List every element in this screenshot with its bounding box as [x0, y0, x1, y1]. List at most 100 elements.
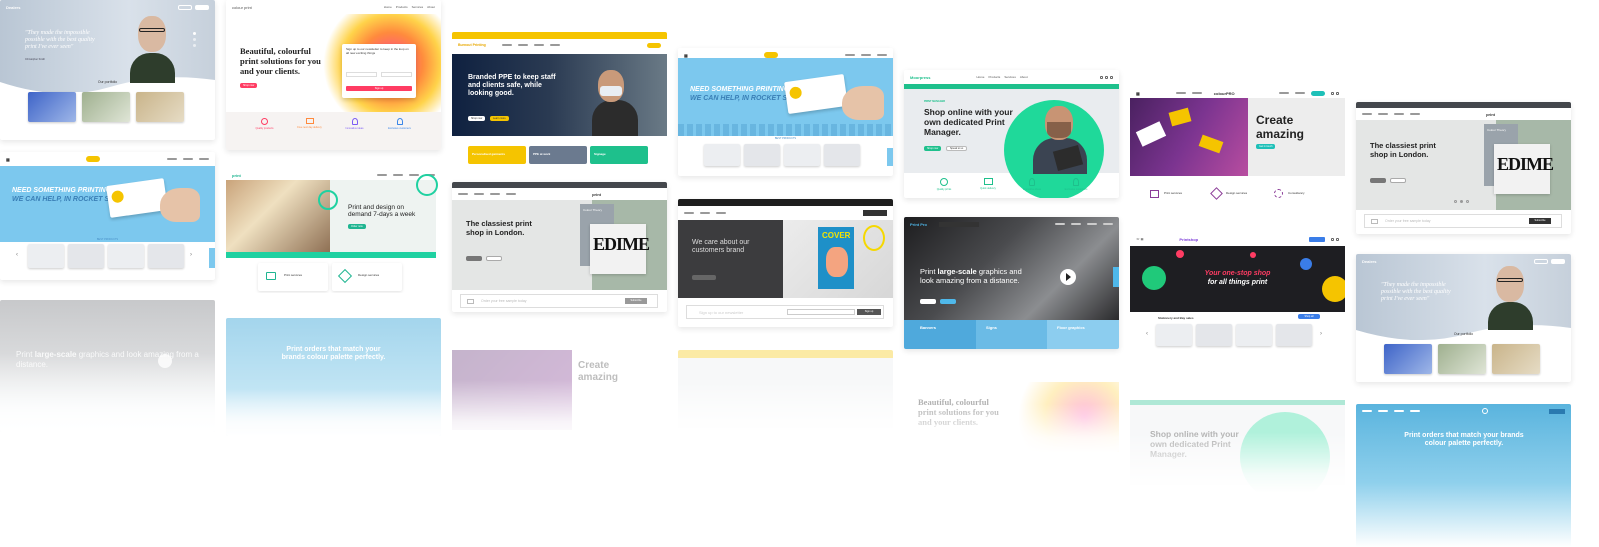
nav-home[interactable]: Home	[976, 75, 984, 79]
chevron-left-icon[interactable]: ‹	[1146, 331, 1148, 337]
product-item[interactable]	[744, 144, 780, 166]
template-card-large-scale-faded[interactable]: Print large-scale graphics and look amaz…	[0, 300, 215, 432]
portfolio-item[interactable]	[1384, 344, 1432, 374]
ls-side-tab[interactable]	[1113, 267, 1119, 287]
portfolio-item[interactable]	[136, 92, 184, 122]
nav-about[interactable]: About	[427, 5, 435, 9]
newsletter-input[interactable]: Sign up to our newsletter	[699, 310, 743, 315]
ca-button[interactable]: Get in touch	[1256, 144, 1276, 149]
brand-button[interactable]	[692, 275, 716, 280]
tile-personalised[interactable]: Personalised garments	[468, 146, 526, 164]
nav-products[interactable]: Products	[988, 75, 1000, 79]
subscribe-button[interactable]: Subscribe	[625, 298, 647, 304]
email-field[interactable]	[787, 309, 855, 315]
product-item[interactable]	[108, 244, 144, 268]
classiest-button-1[interactable]	[1370, 178, 1386, 183]
template-card-need-printing[interactable]: ▦ NEED SOMETHING PRINTING? WE CAN HELP, …	[0, 152, 215, 280]
chevron-right-icon[interactable]: ›	[190, 252, 192, 258]
product-item[interactable]	[148, 244, 184, 268]
nav-services[interactable]: Services	[1004, 75, 1016, 79]
pm-feature-quality: Quality prints	[922, 178, 966, 191]
portfolio-item[interactable]	[1438, 344, 1486, 374]
learn-more-button[interactable]: Learn more	[490, 116, 509, 121]
shop-now-button[interactable]: Shop now	[468, 116, 486, 121]
template-card-yellow-faded[interactable]	[678, 350, 893, 430]
play-icon[interactable]	[1060, 269, 1076, 285]
nav-products[interactable]: Products	[396, 5, 408, 9]
chevron-right-icon[interactable]: ›	[1320, 331, 1322, 337]
teal-gear-icon	[318, 190, 338, 210]
sample-input[interactable]: Order your free sample today	[481, 299, 527, 303]
order-now-button[interactable]: Order now	[348, 224, 366, 229]
signup-button[interactable]: Sign up	[346, 86, 412, 91]
template-card-print-manager[interactable]: Moorpress Home Products Services About P…	[904, 70, 1119, 198]
sample-input[interactable]: Order your free sample today	[1385, 219, 1431, 223]
template-card-quote-2[interactable]: Dealers "They made the impossible possib…	[1356, 254, 1571, 382]
search-field[interactable]	[938, 221, 979, 227]
product-item[interactable]	[1156, 324, 1192, 346]
service-design[interactable]: Design services	[332, 263, 402, 291]
chevron-left-icon[interactable]: ‹	[16, 252, 18, 258]
shop-now-button[interactable]: Shop now	[924, 146, 942, 151]
portfolio-item[interactable]	[1492, 344, 1540, 374]
side-tab[interactable]	[887, 148, 893, 166]
product-item[interactable]	[704, 144, 740, 166]
classiest-button-2[interactable]	[486, 256, 502, 261]
template-card-quote[interactable]: Dealers "They made the impossible possib…	[0, 0, 215, 140]
shop-button-small[interactable]	[647, 42, 661, 48]
classiest-button-1[interactable]	[466, 256, 482, 261]
classiest-button-2[interactable]	[1390, 178, 1406, 183]
template-card-classiest-mid[interactable]: print Colour Theory EDIME The classiest …	[452, 182, 667, 312]
play-icon[interactable]	[158, 354, 172, 368]
subscribe-button[interactable]: Subscribe	[1529, 218, 1551, 224]
ls-tile-signs[interactable]: Signs	[976, 320, 1047, 349]
last-name-field[interactable]	[381, 72, 412, 77]
product-item[interactable]	[1276, 324, 1312, 346]
tile-signage[interactable]: Signage	[590, 146, 648, 164]
template-card-create-amazing[interactable]: ▦ colourPRO Create amazing Get in touch …	[1130, 86, 1345, 214]
template-card-newsletter-faded[interactable]: Beautiful, colourful print solutions for…	[904, 372, 1119, 452]
template-card-colour-palette-faded[interactable]: Print orders that match your brands colo…	[226, 318, 441, 436]
portfolio-item[interactable]	[82, 92, 130, 122]
nav-about[interactable]: About	[1020, 75, 1028, 79]
template-card-customers-brand[interactable]: COVER We care about our customers brand …	[678, 199, 893, 327]
product-item[interactable]	[1236, 324, 1272, 346]
ls-button-2[interactable]	[940, 299, 956, 304]
nav-services[interactable]: Services	[412, 5, 424, 9]
template-card-ppe[interactable]: Burnout Printing Branded PPE to keep sta…	[452, 32, 667, 172]
product-item[interactable]	[1196, 324, 1232, 346]
first-name-field[interactable]	[346, 72, 377, 77]
portfolio-item[interactable]	[28, 92, 76, 122]
template-card-classiest[interactable]: print Colour Theory EDIME The classiest …	[1356, 102, 1571, 234]
colour-print-logo: colour print	[232, 4, 252, 10]
template-card-print-manager-faded[interactable]: Shop online with your own dedicated Prin…	[1130, 392, 1345, 492]
template-card-print-design[interactable]: print Print and design on demand 7-days …	[226, 168, 441, 293]
newsletter-signup-button[interactable]: Sign up	[857, 309, 881, 315]
ls-button-1[interactable]	[920, 299, 936, 304]
brand-search[interactable]	[863, 210, 887, 216]
service-print[interactable]: Print services	[258, 263, 328, 291]
nav-home[interactable]: Home	[384, 5, 392, 9]
product-item[interactable]	[28, 244, 64, 268]
ls-tile-banners[interactable]: Banners	[904, 320, 976, 349]
speak-to-us-button[interactable]: Speak to us	[946, 146, 968, 151]
slider-dots[interactable]	[193, 32, 196, 47]
template-card-one-stop[interactable]: ☏ ▦ Printshop Your one-stop shop for all…	[1130, 232, 1345, 360]
tile-ppe[interactable]: PPE at work	[529, 146, 587, 164]
pm-feature-delivery: Quick delivery	[966, 178, 1010, 190]
product-item[interactable]	[68, 244, 104, 268]
need-printing-nav: ▦	[0, 152, 215, 166]
product-item[interactable]	[784, 144, 820, 166]
side-tab[interactable]	[209, 248, 215, 268]
shop-all-button[interactable]: Shop all	[1298, 314, 1320, 319]
ls-tile-floor[interactable]: Floor graphics	[1047, 320, 1119, 349]
shop-now-button[interactable]: Shop now	[240, 83, 258, 88]
template-card-colour-palette[interactable]: Print orders that match your brands colo…	[1356, 404, 1571, 547]
template-card-need-printing-top[interactable]: ▦ NEED SOMETHING PRINTING? WE CAN HELP, …	[678, 48, 893, 176]
template-card-large-scale[interactable]: Print Pro Print large-scale graphics and…	[904, 217, 1119, 349]
slider-dots[interactable]	[1454, 200, 1469, 203]
template-card-newsletter[interactable]: colour print Home Products Services Abou…	[226, 0, 441, 150]
template-card-create-amazing-faded[interactable]: Create amazing	[452, 340, 667, 440]
service-print-label: Print services	[284, 273, 303, 277]
product-item[interactable]	[824, 144, 860, 166]
